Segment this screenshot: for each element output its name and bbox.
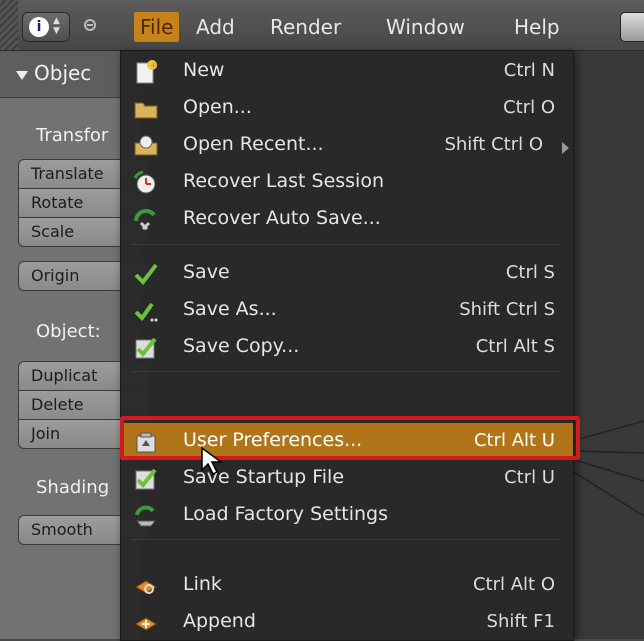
save-as-icon (134, 302, 158, 322)
recover-icon (133, 170, 156, 194)
load-factory-icon (135, 505, 157, 527)
panel-title: Objec (34, 61, 92, 85)
menu-item-open-recent[interactable]: Open Recent... Shift Ctrl O (121, 127, 573, 164)
menu-item-recover-last-session[interactable]: Recover Last Session (121, 164, 573, 201)
area-split-handle[interactable] (0, 0, 18, 50)
tool-shelf: Objec Transfor Translate Rotate Scale Or… (0, 51, 148, 639)
info-icon: i (29, 17, 49, 37)
menu-separator (131, 244, 561, 245)
expand-triangle-icon[interactable] (16, 71, 28, 80)
save-startup-icon (135, 468, 157, 490)
file-menu-dropdown: + New Ctrl N Open... Ctrl O Open Recent.… (120, 50, 574, 641)
link-icon (135, 580, 157, 594)
submenu-arrow-icon (562, 142, 569, 154)
checkmark-icon (134, 263, 158, 286)
new-file-icon: + (136, 60, 158, 84)
menu-item-load-factory-settings[interactable]: Load Factory Settings (121, 497, 573, 534)
menu-add[interactable]: Add (196, 12, 235, 42)
menu-item-save-as[interactable]: Save As... Shift Ctrl S (121, 292, 573, 329)
updown-arrows-icon: ▲ ▼ (53, 16, 60, 36)
svg-text:+: + (150, 62, 158, 72)
menu-item-new[interactable]: + New Ctrl N (121, 53, 573, 90)
menu-separator (131, 371, 561, 372)
menu-item-save-copy[interactable]: Save Copy... Ctrl Alt S (121, 329, 573, 366)
header-bar: i ▲ ▼ File Add Render Window Help (0, 0, 644, 51)
save-copy-icon (135, 337, 157, 359)
menu-item-save-startup-file[interactable]: Save Startup File Ctrl U (121, 460, 573, 497)
viewport-wires (572, 420, 644, 517)
open-recent-icon (134, 135, 158, 156)
collapse-menus-icon[interactable] (84, 19, 96, 31)
section-transform: Transfor (36, 125, 109, 146)
menu-window[interactable]: Window (386, 12, 465, 42)
menu-file[interactable]: File (134, 12, 180, 42)
mouse-cursor-icon (201, 446, 224, 476)
menu-item-save[interactable]: Save Ctrl S (121, 255, 573, 292)
3d-viewport[interactable] (572, 51, 644, 639)
menu-item-link[interactable]: Link Ctrl Alt O (121, 567, 573, 604)
folder-icon (134, 102, 158, 119)
editor-type-selector[interactable]: i ▲ ▼ (22, 12, 70, 42)
menu-separator (131, 539, 561, 540)
menu-item-open[interactable]: Open... Ctrl O (121, 90, 573, 127)
menu-item-recover-auto-save[interactable]: Recover Auto Save... (121, 201, 573, 238)
panel-header[interactable]: Objec (0, 51, 140, 98)
menu-item-append[interactable]: Append Shift F1 (121, 604, 573, 641)
section-shading: Shading (36, 477, 110, 498)
menu-help[interactable]: Help (514, 12, 560, 42)
screen-layout-icon[interactable] (620, 12, 644, 42)
append-icon (135, 617, 157, 631)
annotation-highlight-box (120, 416, 580, 460)
menu-render[interactable]: Render (270, 12, 341, 42)
section-object: Object: (36, 321, 101, 342)
auto-save-icon (134, 209, 156, 231)
